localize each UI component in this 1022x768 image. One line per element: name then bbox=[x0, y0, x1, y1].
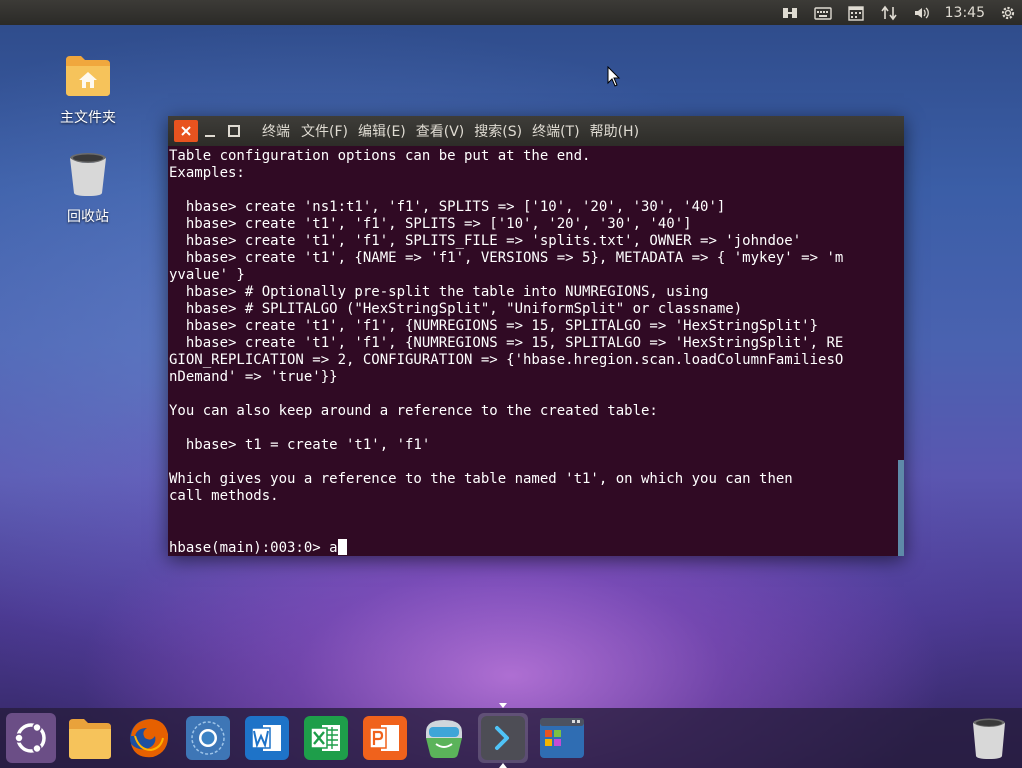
clock[interactable]: 13:45 bbox=[939, 5, 994, 21]
maximize-button[interactable] bbox=[222, 120, 246, 142]
maximize-icon bbox=[228, 125, 240, 137]
minimize-icon bbox=[205, 135, 215, 137]
dock-wps-presentation[interactable] bbox=[360, 713, 410, 763]
terminal-icon bbox=[481, 716, 525, 760]
output-line: Examples: bbox=[169, 165, 245, 181]
folder-icon bbox=[69, 719, 111, 759]
output-line: hbase> create 't1', {NAME => 'f1', VERSI… bbox=[169, 250, 844, 266]
dock-wps-writer[interactable] bbox=[242, 713, 292, 763]
dock-trash[interactable] bbox=[964, 713, 1014, 763]
menu-help[interactable]: 帮助(H) bbox=[585, 121, 644, 141]
powerpoint-icon bbox=[363, 716, 407, 760]
menu-edit[interactable]: 编辑(E) bbox=[353, 121, 411, 141]
prompt-line[interactable]: hbase(main):003:0> a bbox=[169, 539, 904, 556]
desktop-icon-label: 回收站 bbox=[67, 209, 109, 225]
terminal-titlebar[interactable]: 终端 文件(F) 编辑(E) 查看(V) 搜索(S) 终端(T) 帮助(H) bbox=[168, 116, 904, 146]
dock-files[interactable] bbox=[65, 713, 115, 763]
output-line: hbase> # SPLITALGO ("HexStringSplit", "U… bbox=[169, 301, 743, 317]
gear-power-icon[interactable] bbox=[994, 0, 1022, 25]
menu-search[interactable]: 搜索(S) bbox=[469, 121, 527, 141]
word-icon bbox=[245, 716, 289, 760]
output-line: hbase> create 't1', 'f1', SPLITS_FILE =>… bbox=[169, 233, 802, 249]
command-input[interactable]: a bbox=[329, 540, 337, 556]
output-line: You can also keep around a reference to … bbox=[169, 403, 658, 419]
desktop-icon-trash[interactable]: 回收站 bbox=[43, 146, 133, 226]
network-icon[interactable] bbox=[774, 0, 807, 25]
chromium-icon bbox=[186, 716, 230, 760]
mouse-pointer-icon bbox=[607, 66, 621, 87]
trash-icon bbox=[60, 146, 116, 202]
output-line: hbase> create 't1', 'f1', SPLITS => ['10… bbox=[169, 216, 692, 232]
calendar-icon[interactable] bbox=[840, 0, 873, 25]
output-line: hbase> t1 = create 't1', 'f1' bbox=[169, 437, 431, 453]
output-line: yvalue' } bbox=[169, 267, 245, 283]
dock-terminal[interactable] bbox=[478, 713, 528, 763]
dock-chromium[interactable] bbox=[183, 713, 233, 763]
home-folder-icon bbox=[60, 47, 116, 103]
menu-file[interactable]: 文件(F) bbox=[296, 121, 353, 141]
active-indicator-bottom bbox=[499, 763, 507, 768]
dock-software-center[interactable] bbox=[419, 713, 469, 763]
output-line: Table configuration options can be put a… bbox=[169, 148, 591, 164]
volume-icon[interactable] bbox=[906, 0, 939, 25]
output-line: hbase> create 't1', 'f1', {NUMREGIONS =>… bbox=[169, 335, 844, 351]
desktop-icon-home-folder[interactable]: 主文件夹 bbox=[43, 47, 133, 127]
dock-firefox[interactable] bbox=[124, 713, 174, 763]
minimize-button[interactable] bbox=[198, 120, 222, 142]
system-tray: 13:45 bbox=[774, 0, 1022, 25]
software-center-icon bbox=[426, 720, 462, 758]
output-line: hbase> # Optionally pre-split the table … bbox=[169, 284, 709, 300]
dock-workspace-switcher[interactable] bbox=[537, 713, 587, 763]
keyboard-icon[interactable] bbox=[807, 0, 840, 25]
trash-icon bbox=[973, 718, 1005, 759]
output-line: GION_REPLICATION => 2, CONFIGURATION => … bbox=[169, 352, 844, 368]
transfer-icon[interactable] bbox=[873, 0, 906, 25]
text-cursor bbox=[337, 539, 347, 555]
desktop-icon-label: 主文件夹 bbox=[60, 110, 116, 126]
menu-view[interactable]: 查看(V) bbox=[411, 121, 470, 141]
close-button[interactable] bbox=[174, 120, 198, 142]
dock-wps-spreadsheets[interactable] bbox=[301, 713, 351, 763]
workspace-icon bbox=[540, 718, 584, 758]
dock bbox=[0, 708, 1022, 768]
close-icon bbox=[181, 126, 191, 136]
output-line: Which gives you a reference to the table… bbox=[169, 471, 793, 487]
excel-icon bbox=[304, 716, 348, 760]
shell-prompt: hbase(main):003:0> bbox=[169, 540, 330, 556]
output-line: nDemand' => 'true'}} bbox=[169, 369, 338, 385]
firefox-icon bbox=[130, 719, 169, 758]
output-line: call methods. bbox=[169, 488, 279, 504]
scrollbar[interactable] bbox=[898, 460, 904, 556]
dock-ubuntu-launcher[interactable] bbox=[6, 713, 56, 763]
ubuntu-logo-icon bbox=[14, 722, 46, 754]
output-line: hbase> create 'ns1:t1', 'f1', SPLITS => … bbox=[169, 199, 726, 215]
top-panel: 13:45 bbox=[0, 0, 1022, 25]
menu-terminal[interactable]: 终端(T) bbox=[527, 121, 584, 141]
window-title: 终端 bbox=[262, 124, 290, 140]
terminal-window[interactable]: 终端 文件(F) 编辑(E) 查看(V) 搜索(S) 终端(T) 帮助(H) T… bbox=[168, 116, 904, 556]
terminal-output[interactable]: Table configuration options can be put a… bbox=[168, 146, 904, 556]
output-line: hbase> create 't1', 'f1', {NUMREGIONS =>… bbox=[169, 318, 819, 334]
